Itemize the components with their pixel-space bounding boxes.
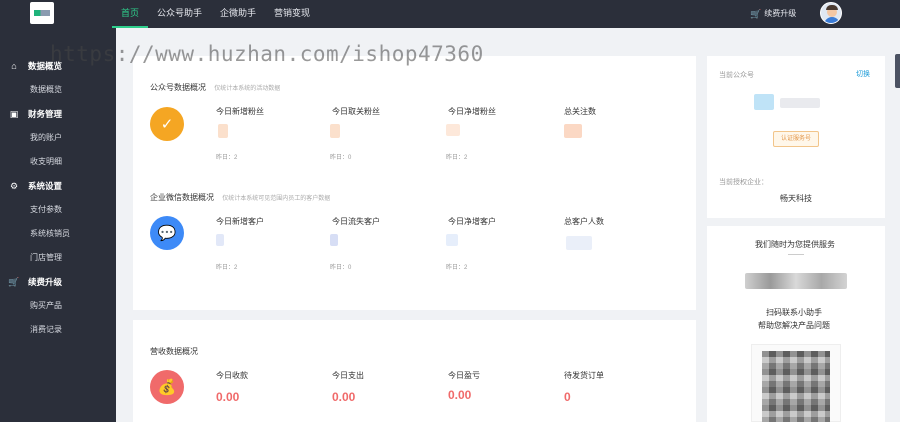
sidebar-item-consumption[interactable]: 消费记录 — [30, 318, 62, 342]
avatar-body — [824, 17, 840, 23]
stat-label: 今日净增粉丝 — [448, 107, 496, 116]
stat-label: 总客户人数 — [564, 217, 604, 226]
blurred-value — [446, 124, 460, 136]
account-name-blur — [780, 98, 820, 108]
sidebar-group-upgrade[interactable]: 🛒 续费升级 — [0, 270, 116, 294]
shield-check-icon: ✓ — [150, 107, 184, 141]
blurred-value — [566, 236, 592, 250]
sidebar-group-settings[interactable]: ⚙ 系统设置 — [0, 174, 116, 198]
blurred-value — [330, 124, 340, 138]
authorized-company-label: 当前授权企业： — [719, 179, 768, 186]
blurred-value — [216, 234, 224, 246]
top-bar: 首页 公众号助手 企微助手 营销变现 🛒 续费升级 — [0, 0, 900, 28]
stat-yesterday: 昨日：0 — [330, 155, 352, 161]
wecom-overview-title: 企业微信数据概况 仅统计本系统可见范围内员工的客户数据 — [150, 192, 330, 203]
stat-yesterday: 昨日：0 — [330, 265, 352, 271]
sidebar-group-finance[interactable]: ▣ 财务管理 — [0, 102, 116, 126]
stat-label: 今日净增客户 — [448, 217, 496, 226]
watermark-text: https://www.huzhan.com/ishop47360 — [50, 42, 484, 66]
stat-label: 总关注数 — [564, 107, 596, 116]
renew-upgrade-link[interactable]: 🛒 续费升级 — [750, 0, 796, 28]
sidebar-item-stores[interactable]: 门店管理 — [30, 246, 62, 270]
cart-icon: 🛒 — [750, 9, 762, 19]
chat-icon: 💬 — [150, 216, 184, 250]
wecom-overview-title-text: 企业微信数据概况 — [150, 193, 214, 202]
stat-yesterday: 昨日：2 — [216, 155, 238, 161]
sidebar-group-label: 财务管理 — [28, 109, 63, 119]
stat-label: 今日流失客户 — [332, 217, 380, 226]
blurred-value — [218, 124, 228, 138]
service-line-1: 扫码联系小助手 — [766, 308, 822, 317]
today-expense-value: 0.00 — [332, 390, 356, 404]
avatar[interactable] — [820, 2, 842, 24]
stat-label: 今日新增客户 — [216, 217, 264, 226]
today-profit-value: 0.00 — [448, 388, 472, 402]
sidebar-group-label: 系统设置 — [28, 181, 63, 191]
nav-marketing[interactable]: 营销变现 — [265, 0, 319, 28]
mp-overview-subtitle: 仅统计本系统的活动数据 — [214, 86, 281, 92]
current-account-label: 当前公众号 — [719, 72, 754, 79]
wecom-overview-subtitle: 仅统计本系统可见范围内员工的客户数据 — [222, 196, 331, 202]
stat-yesterday: 昨日：2 — [216, 265, 238, 271]
today-received-value: 0.00 — [216, 390, 240, 404]
stat-label: 今日盈亏 — [448, 371, 480, 380]
certified-service-badge: 认证服务号 — [773, 131, 819, 147]
nav-home[interactable]: 首页 — [112, 0, 149, 28]
overview-card — [133, 56, 696, 310]
home-icon: ⌂ — [11, 61, 17, 71]
company-name: 畅天科技 — [780, 194, 812, 203]
blurred-value — [446, 234, 458, 246]
service-divider — [788, 254, 804, 255]
app-logo[interactable] — [30, 2, 54, 24]
sidebar-item-my-account[interactable]: 我的账户 — [30, 126, 62, 150]
wallet-icon: ▣ — [9, 108, 19, 119]
qr-pattern — [762, 351, 830, 422]
stat-label: 今日新增粉丝 — [216, 107, 264, 116]
nav-wecom-assistant[interactable]: 企微助手 — [211, 0, 265, 28]
stat-label: 今日收款 — [216, 371, 248, 380]
sidebar-item-verifiers[interactable]: 系统核销员 — [30, 222, 70, 246]
stat-yesterday: 昨日：2 — [446, 155, 468, 161]
gear-icon: ⚙ — [9, 180, 19, 191]
sidebar-item-transactions[interactable]: 收支明细 — [30, 150, 62, 174]
sidebar-item-payment-params[interactable]: 支付参数 — [30, 198, 62, 222]
sidebar: ⌂ 数据概览 数据概览 ▣ 财务管理 我的账户 收支明细 ⚙ 系统设置 支付参数… — [0, 28, 116, 422]
sidebar-group-label: 续费升级 — [28, 277, 63, 287]
scrollbar-tab[interactable] — [895, 54, 900, 88]
stat-yesterday: 昨日：2 — [446, 265, 468, 271]
avatar-hair — [826, 5, 838, 10]
revenue-overview-title: 营收数据概况 — [150, 347, 198, 356]
service-line-2: 帮助您解决产品问题 — [758, 321, 830, 330]
cart-icon: 🛒 — [8, 276, 20, 287]
top-nav: 首页 公众号助手 企微助手 营销变现 — [112, 0, 319, 28]
sidebar-item-data-overview[interactable]: 数据概览 — [30, 78, 62, 102]
mp-overview-title: 公众号数据概况 仅统计本系统的活动数据 — [150, 82, 280, 93]
blurred-value — [330, 234, 338, 246]
mp-overview-title-text: 公众号数据概况 — [150, 83, 206, 92]
logo-mark — [34, 10, 50, 16]
renew-label: 续费升级 — [764, 9, 797, 18]
stat-label: 今日取关粉丝 — [332, 107, 380, 116]
blurred-value — [564, 124, 582, 138]
money-bag-icon: 💰 — [150, 370, 184, 404]
account-avatar-blur — [754, 94, 774, 110]
switch-account-link[interactable]: 切换 — [856, 69, 870, 79]
blurred-contact — [745, 273, 847, 289]
sidebar-item-buy-product[interactable]: 购买产品 — [30, 294, 62, 318]
assistant-qr-code — [751, 344, 841, 422]
stat-label: 今日支出 — [332, 371, 364, 380]
nav-mp-assistant[interactable]: 公众号助手 — [148, 0, 211, 28]
stat-label: 待发货订单 — [564, 371, 604, 380]
pending-orders-value: 0 — [564, 390, 571, 404]
service-title: 我们随时为您提供服务 — [755, 240, 835, 249]
